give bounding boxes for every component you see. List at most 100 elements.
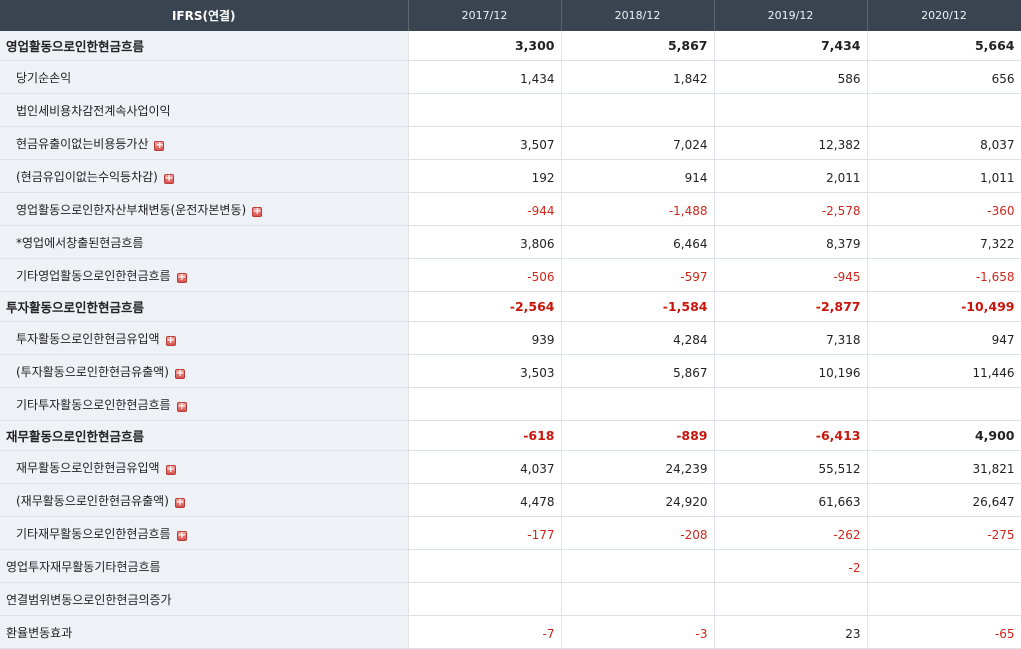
value-cell (408, 93, 562, 127)
row-label-cell[interactable]: 기타영업활동으로인한현금흐름 (0, 258, 409, 292)
value-cell: 8,037 (867, 126, 1021, 160)
row-label: 영업투자재무활동기타현금흐름 (6, 559, 161, 574)
expand-plus-icon[interactable] (252, 206, 263, 217)
row-label-cell[interactable]: 기타투자활동으로인한현금흐름 (0, 387, 409, 421)
value-cell (408, 549, 562, 583)
table-row: 재무활동으로인한현금흐름 -618 -889 -6,413 4,900 (0, 420, 1021, 451)
row-label-cell[interactable]: 투자활동으로인한현금유입액 (0, 321, 409, 355)
value-cell: -65 (867, 615, 1021, 649)
row-label-cell[interactable]: (재무활동으로인한현금유출액) (0, 483, 409, 517)
value-cell: -360 (867, 192, 1021, 226)
value-cell: 10,196 (714, 354, 868, 388)
table-row: *영업에서창출된현금흐름 3,806 6,464 8,379 7,322 (0, 225, 1021, 259)
value-cell: 1,842 (561, 60, 715, 94)
row-label: (재무활동으로인한현금유출액) (16, 493, 169, 508)
table-row: (투자활동으로인한현금유출액) 3,5035,86710,19611,446 (0, 354, 1021, 388)
value-cell: -7 (408, 615, 562, 649)
table-row: 현금유출이없는비용등가산 3,5077,02412,3828,037 (0, 126, 1021, 160)
row-label: 재무활동으로인한현금유입액 (16, 460, 160, 475)
table-row: 재무활동으로인한현금유입액 4,03724,23955,51231,821 (0, 450, 1021, 484)
value-cell (408, 387, 562, 421)
value-cell: 7,434 (714, 31, 868, 61)
table-row: 기타영업활동으로인한현금흐름 -506-597-945-1,658 (0, 258, 1021, 292)
value-cell: -618 (408, 420, 562, 451)
header-year: 2017/12 (408, 0, 562, 31)
value-cell: -944 (408, 192, 562, 226)
value-cell (714, 582, 868, 616)
value-cell: 3,806 (408, 225, 562, 259)
expand-plus-icon[interactable] (163, 173, 174, 184)
value-cell: 939 (408, 321, 562, 355)
value-cell: 2,011 (714, 159, 868, 193)
value-cell: 914 (561, 159, 715, 193)
value-cell: -2,564 (408, 291, 562, 322)
row-label-cell: *영업에서창출된현금흐름 (0, 225, 409, 259)
value-cell: -6,413 (714, 420, 868, 451)
row-label-cell[interactable]: 현금유출이없는비용등가산 (0, 126, 409, 160)
expand-plus-icon[interactable] (165, 335, 176, 346)
row-label: *영업에서창출된현금흐름 (16, 235, 144, 250)
value-cell: 5,664 (867, 31, 1021, 61)
row-label-cell[interactable]: (현금유입이없는수익등차감) (0, 159, 409, 193)
value-cell (561, 549, 715, 583)
value-cell: 6,464 (561, 225, 715, 259)
row-label: 연결범위변동으로인한현금의증가 (6, 592, 172, 607)
value-cell: 24,239 (561, 450, 715, 484)
expand-plus-icon[interactable] (174, 497, 185, 508)
value-cell (561, 582, 715, 616)
value-cell: -1,488 (561, 192, 715, 226)
cash-flow-table: IFRS(연결) 2017/12 2018/12 2019/12 2020/12… (0, 0, 1021, 649)
row-label-cell[interactable]: 기타재무활동으로인한현금흐름 (0, 516, 409, 550)
value-cell: 5,867 (561, 354, 715, 388)
value-cell: 1,011 (867, 159, 1021, 193)
row-label-cell[interactable]: 영업활동으로인한자산부채변동(운전자본변동) (0, 192, 409, 226)
table-row: 환율변동효과 -7 -3 23 -65 (0, 615, 1021, 649)
expand-plus-icon[interactable] (176, 272, 187, 283)
value-cell (561, 93, 715, 127)
value-cell: 4,284 (561, 321, 715, 355)
value-cell: -262 (714, 516, 868, 550)
value-cell: -208 (561, 516, 715, 550)
value-cell: 4,478 (408, 483, 562, 517)
header-year: 2020/12 (867, 0, 1021, 31)
row-label-cell: 연결범위변동으로인한현금의증가 (0, 582, 409, 616)
value-cell (714, 387, 868, 421)
value-cell: 55,512 (714, 450, 868, 484)
expand-plus-icon[interactable] (174, 368, 185, 379)
table-row: 영업활동으로인한현금흐름 3,300 5,867 7,434 5,664 (0, 31, 1021, 61)
value-cell: 61,663 (714, 483, 868, 517)
expand-plus-icon[interactable] (176, 530, 187, 541)
row-label: (현금유입이없는수익등차감) (16, 169, 158, 184)
header-year: 2019/12 (714, 0, 868, 31)
value-cell: 947 (867, 321, 1021, 355)
value-cell: 192 (408, 159, 562, 193)
value-cell (408, 582, 562, 616)
value-cell: 3,507 (408, 126, 562, 160)
row-label: 기타영업활동으로인한현금흐름 (16, 268, 171, 283)
expand-plus-icon[interactable] (165, 464, 176, 475)
value-cell: 656 (867, 60, 1021, 94)
expand-plus-icon[interactable] (176, 401, 187, 412)
value-cell: 11,446 (867, 354, 1021, 388)
value-cell: 26,647 (867, 483, 1021, 517)
table-row: 영업활동으로인한자산부채변동(운전자본변동) -944-1,488-2,578-3… (0, 192, 1021, 226)
row-label-cell: 재무활동으로인한현금흐름 (0, 420, 409, 451)
row-label: 법인세비용차감전계속사업이익 (16, 103, 171, 118)
value-cell (867, 582, 1021, 616)
value-cell: 7,024 (561, 126, 715, 160)
row-label: 현금유출이없는비용등가산 (16, 136, 149, 151)
row-label: 당기순손익 (16, 70, 72, 85)
table-row: 영업투자재무활동기타현금흐름 -2 (0, 549, 1021, 583)
value-cell: -2 (714, 549, 868, 583)
value-cell (714, 93, 868, 127)
row-label-cell[interactable]: (투자활동으로인한현금유출액) (0, 354, 409, 388)
value-cell: 3,300 (408, 31, 562, 61)
value-cell: 1,434 (408, 60, 562, 94)
expand-plus-icon[interactable] (154, 140, 165, 151)
row-label-cell[interactable]: 재무활동으로인한현금유입액 (0, 450, 409, 484)
value-cell (867, 93, 1021, 127)
row-label: 투자활동으로인한현금흐름 (6, 300, 145, 315)
table-header-row: IFRS(연결) 2017/12 2018/12 2019/12 2020/12 (0, 0, 1021, 31)
value-cell: -1,584 (561, 291, 715, 322)
value-cell: -3 (561, 615, 715, 649)
